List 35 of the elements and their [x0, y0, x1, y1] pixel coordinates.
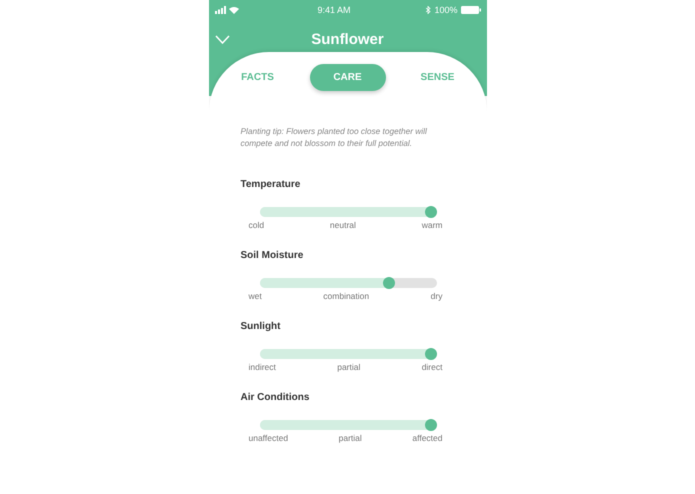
- slider-label: Soil Moisture: [240, 250, 304, 261]
- slider-thumb[interactable]: [424, 419, 436, 431]
- scale-label: dry: [430, 291, 442, 301]
- scale-label: unaffected: [248, 433, 288, 443]
- scale-label: partial: [337, 362, 360, 372]
- bluetooth-icon: [426, 6, 432, 14]
- slider-thumb[interactable]: [424, 348, 436, 360]
- scale-label: combination: [323, 291, 370, 301]
- slider-label: Temperature: [240, 179, 302, 190]
- scale-label: neutral: [330, 220, 356, 230]
- scale-label: warm: [422, 220, 442, 230]
- scale-label: cold: [248, 220, 264, 230]
- scale-label: direct: [422, 362, 442, 372]
- battery-percent: 100%: [434, 5, 458, 15]
- tab[interactable]: CARE: [310, 64, 386, 91]
- slider-thumb[interactable]: [424, 206, 436, 218]
- scale-label: indirect: [248, 362, 276, 372]
- scale-label: wet: [248, 291, 262, 301]
- planting-tip: Planting tip: Flowers planted too close together will compete and not blossom to their full potential.: [240, 125, 428, 149]
- scale-label: affected: [412, 433, 442, 443]
- slider-thumb[interactable]: [383, 277, 396, 289]
- page-title: Sunflower: [311, 30, 384, 48]
- scale-label: partial: [338, 433, 362, 443]
- tab[interactable]: FACTS: [220, 64, 296, 91]
- slider-track[interactable]: [260, 349, 436, 359]
- slider-track[interactable]: [260, 278, 436, 288]
- slider-track[interactable]: [260, 420, 436, 430]
- signal-icon: [214, 6, 242, 14]
- slider-label: Air Conditions: [240, 392, 310, 403]
- slider-track[interactable]: [260, 207, 436, 217]
- tab[interactable]: SENSE: [400, 64, 476, 91]
- chevron-down-icon[interactable]: [214, 35, 230, 44]
- battery-icon: [460, 6, 480, 14]
- slider-label: Sunlight: [240, 321, 282, 332]
- status-time: 9:41 AM: [317, 5, 350, 15]
